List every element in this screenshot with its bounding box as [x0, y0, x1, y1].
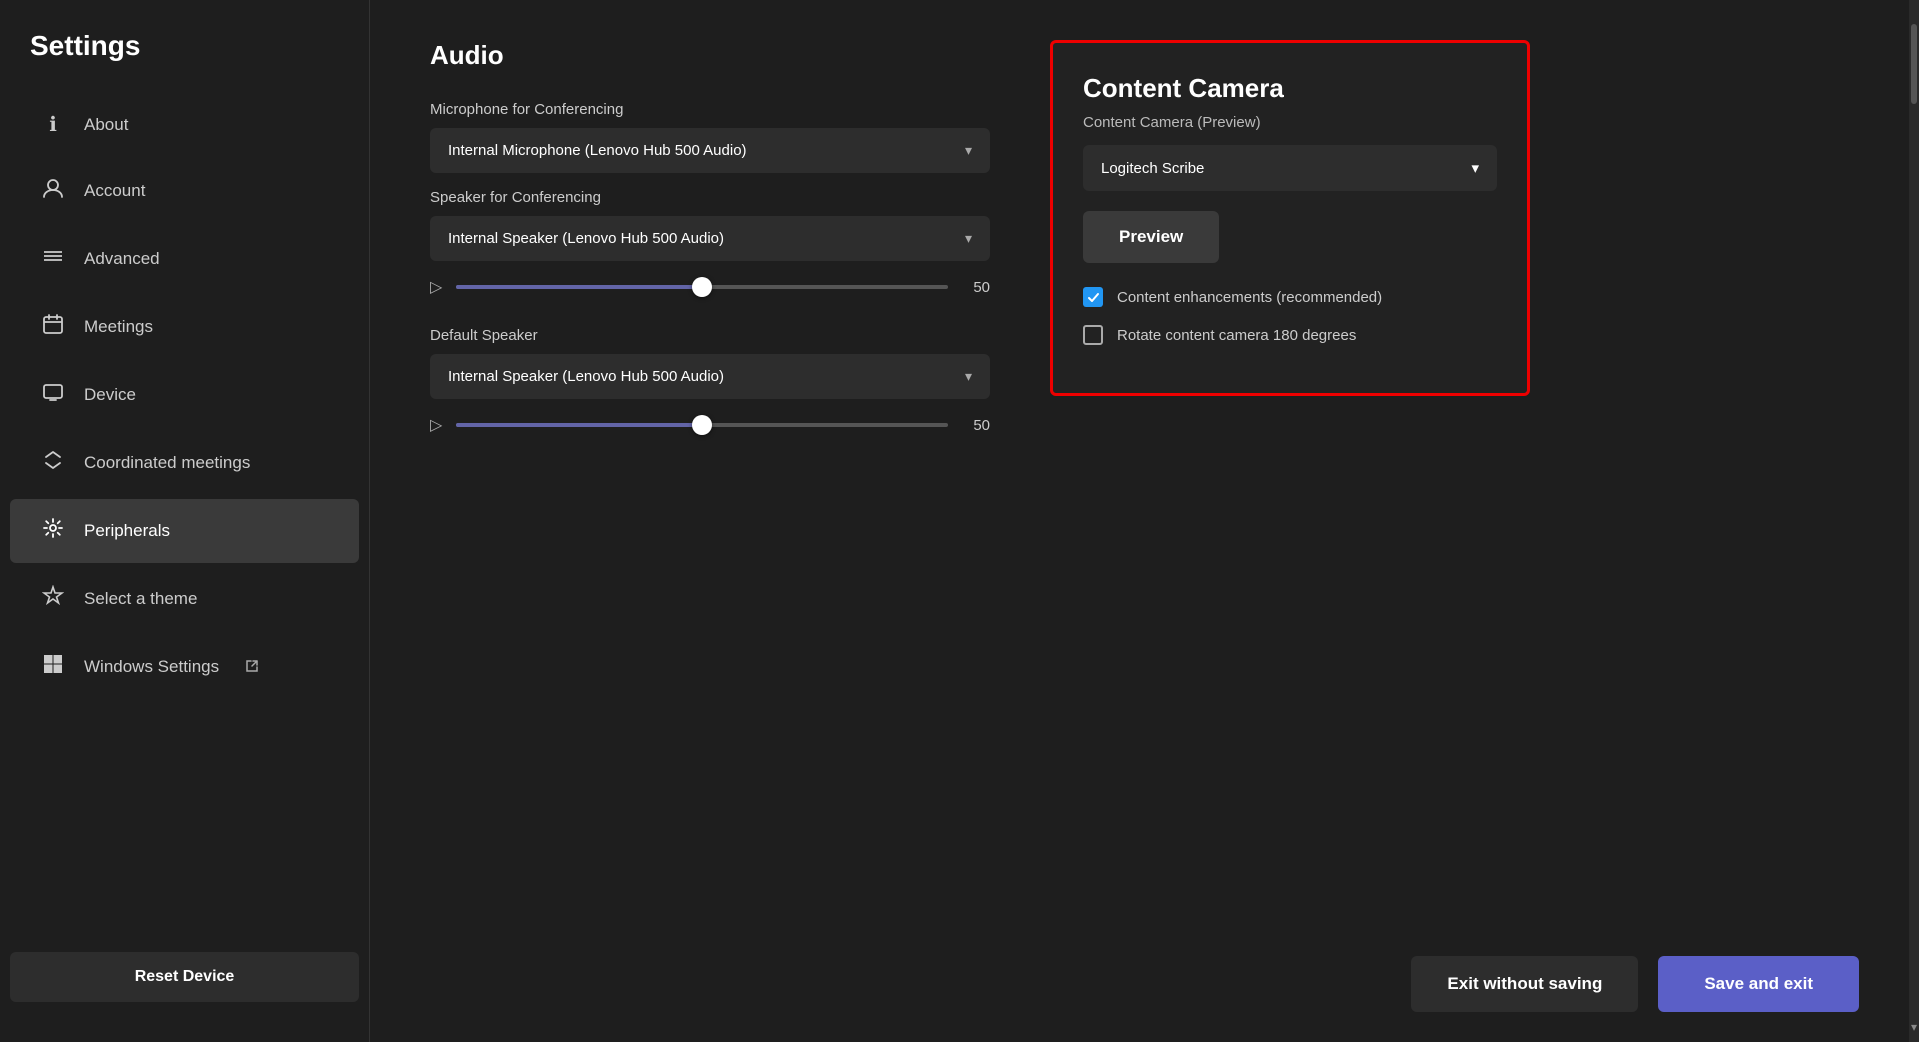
- rotate-label: Rotate content camera 180 degrees: [1117, 327, 1356, 344]
- content-panels: Audio Microphone for Conferencing Intern…: [430, 40, 1859, 926]
- sidebar-label-device: Device: [84, 385, 136, 405]
- default-speaker-slider-thumb[interactable]: [692, 415, 712, 435]
- sidebar-label-windows: Windows Settings: [84, 657, 219, 677]
- save-and-exit-button[interactable]: Save and exit: [1658, 956, 1859, 1012]
- default-speaker-play-icon: ▷: [430, 415, 442, 435]
- account-icon: [40, 177, 66, 205]
- app-title: Settings: [0, 30, 369, 92]
- default-speaker-label: Default Speaker: [430, 327, 990, 344]
- speaker-label: Speaker for Conferencing: [430, 189, 990, 206]
- meetings-icon: [40, 313, 66, 341]
- sidebar-item-about[interactable]: ℹ About: [10, 94, 359, 155]
- scrollbar[interactable]: ▾: [1909, 0, 1919, 1042]
- camera-arrow-icon: ▾: [1471, 159, 1479, 177]
- audio-panel: Audio Microphone for Conferencing Intern…: [430, 40, 990, 926]
- sidebar-item-meetings[interactable]: Meetings: [10, 295, 359, 359]
- enhancement-row: Content enhancements (recommended): [1083, 287, 1497, 307]
- main-content: Audio Microphone for Conferencing Intern…: [370, 0, 1909, 1042]
- enhancement-checkbox[interactable]: [1083, 287, 1103, 307]
- coordinated-icon: [40, 449, 66, 477]
- audio-title: Audio: [430, 40, 990, 71]
- sidebar-label-about: About: [84, 115, 128, 135]
- exit-without-saving-button[interactable]: Exit without saving: [1411, 956, 1638, 1012]
- speaker-play-icon: ▷: [430, 277, 442, 297]
- microphone-dropdown[interactable]: Internal Microphone (Lenovo Hub 500 Audi…: [430, 128, 990, 173]
- rotate-checkbox[interactable]: [1083, 325, 1103, 345]
- speaker-value: Internal Speaker (Lenovo Hub 500 Audio): [448, 230, 724, 247]
- default-speaker-slider-fill: [456, 423, 702, 427]
- speaker-slider-thumb[interactable]: [692, 277, 712, 297]
- enhancement-label: Content enhancements (recommended): [1117, 289, 1382, 306]
- rotate-row: Rotate content camera 180 degrees: [1083, 325, 1497, 345]
- default-speaker-volume-value: 50: [962, 417, 990, 434]
- default-speaker-value: Internal Speaker (Lenovo Hub 500 Audio): [448, 368, 724, 385]
- sidebar-label-advanced: Advanced: [84, 249, 160, 269]
- speaker-arrow-icon: ▾: [965, 230, 972, 247]
- sidebar-label-account: Account: [84, 181, 145, 201]
- sidebar: Settings ℹ About Account Advanced: [0, 0, 370, 1042]
- device-icon: [40, 381, 66, 409]
- microphone-arrow-icon: ▾: [965, 142, 972, 159]
- sidebar-item-coordinated[interactable]: Coordinated meetings: [10, 431, 359, 495]
- speaker-slider-track[interactable]: [456, 285, 948, 289]
- preview-button[interactable]: Preview: [1083, 211, 1219, 263]
- sidebar-item-windows-settings[interactable]: Windows Settings: [10, 635, 359, 699]
- sidebar-label-meetings: Meetings: [84, 317, 153, 337]
- content-camera-panel: Content Camera Content Camera (Preview) …: [1050, 40, 1530, 396]
- info-icon: ℹ: [40, 112, 66, 137]
- camera-dropdown[interactable]: Logitech Scribe ▾: [1083, 145, 1497, 191]
- speaker-dropdown[interactable]: Internal Speaker (Lenovo Hub 500 Audio) …: [430, 216, 990, 261]
- sidebar-item-peripherals[interactable]: Peripherals: [10, 499, 359, 563]
- windows-icon: [40, 653, 66, 681]
- peripherals-icon: [40, 517, 66, 545]
- bottom-bar: Exit without saving Save and exit: [430, 926, 1859, 1012]
- camera-preview-label: Content Camera (Preview): [1083, 114, 1497, 131]
- sidebar-item-account[interactable]: Account: [10, 159, 359, 223]
- microphone-label: Microphone for Conferencing: [430, 101, 990, 118]
- advanced-icon: [40, 245, 66, 273]
- default-speaker-slider-row: ▷ 50: [430, 415, 990, 435]
- theme-icon: [40, 585, 66, 613]
- sidebar-item-device[interactable]: Device: [10, 363, 359, 427]
- sidebar-item-advanced[interactable]: Advanced: [10, 227, 359, 291]
- default-speaker-dropdown[interactable]: Internal Speaker (Lenovo Hub 500 Audio) …: [430, 354, 990, 399]
- sidebar-bottom: Reset Device: [0, 952, 369, 1022]
- scrollbar-thumb[interactable]: [1911, 24, 1917, 104]
- default-speaker-slider-track[interactable]: [456, 423, 948, 427]
- camera-title: Content Camera: [1083, 73, 1497, 104]
- external-link-icon: [245, 659, 259, 676]
- speaker-volume-value: 50: [962, 279, 990, 296]
- speaker-slider-row: ▷ 50: [430, 277, 990, 297]
- default-speaker-arrow-icon: ▾: [965, 368, 972, 385]
- sidebar-label-theme: Select a theme: [84, 589, 197, 609]
- scrollbar-down-arrow-icon[interactable]: ▾: [1911, 1020, 1917, 1034]
- speaker-slider-fill: [456, 285, 702, 289]
- sidebar-label-peripherals: Peripherals: [84, 521, 170, 541]
- sidebar-item-select-theme[interactable]: Select a theme: [10, 567, 359, 631]
- reset-device-button[interactable]: Reset Device: [10, 952, 359, 1002]
- microphone-value: Internal Microphone (Lenovo Hub 500 Audi…: [448, 142, 747, 159]
- camera-value: Logitech Scribe: [1101, 160, 1204, 177]
- sidebar-label-coordinated: Coordinated meetings: [84, 453, 250, 473]
